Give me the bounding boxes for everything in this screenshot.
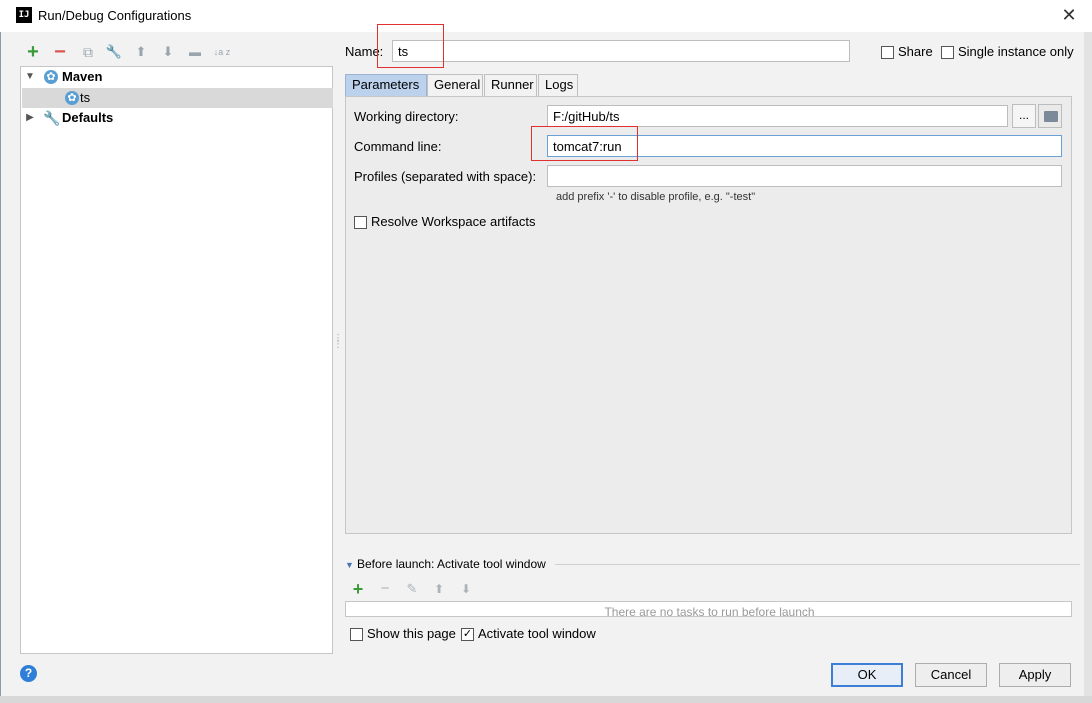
tab-runner[interactable]: Runner xyxy=(484,74,537,96)
close-icon[interactable]: ✕ xyxy=(1058,4,1080,26)
tree-item-label: ts xyxy=(80,90,91,105)
command-line-label: Command line: xyxy=(354,139,442,154)
section-divider xyxy=(555,564,1080,565)
show-page-checkbox[interactable] xyxy=(350,628,363,641)
maven-gear-icon: ✿ xyxy=(44,70,58,84)
help-icon[interactable]: ? xyxy=(20,665,37,682)
wrench-icon: 🔧 xyxy=(43,110,61,126)
cancel-button[interactable]: Cancel xyxy=(915,663,987,687)
chevron-right-icon[interactable]: ▶ xyxy=(24,108,36,128)
background-edge-bottom xyxy=(0,696,1092,703)
move-task-up-icon[interactable]: ⬆ xyxy=(430,580,448,598)
single-instance-label: Single instance only xyxy=(958,44,1074,59)
chevron-down-icon[interactable]: ▼ xyxy=(24,67,36,87)
resolve-workspace-label: Resolve Workspace artifacts xyxy=(371,214,536,229)
parameters-panel xyxy=(345,96,1072,534)
add-task-icon[interactable]: + xyxy=(349,580,367,598)
window-title: Run/Debug Configurations xyxy=(38,8,192,23)
ok-button[interactable]: OK xyxy=(831,663,903,687)
tree-item-label: Maven xyxy=(62,69,103,84)
move-up-icon[interactable]: ⬆ xyxy=(131,42,151,62)
configuration-tree[interactable]: ▼ ✿ Maven ✿ ts ▶ 🔧 Defaults xyxy=(20,66,333,654)
edit-task-icon[interactable]: ✎ xyxy=(403,580,421,598)
activate-tool-window-checkbox[interactable]: ✓ xyxy=(461,628,474,641)
annotation-box-name xyxy=(377,24,444,68)
browse-button[interactable]: ... xyxy=(1012,104,1036,128)
folder-icon xyxy=(1044,111,1058,122)
tree-item-defaults[interactable]: ▶ 🔧 Defaults xyxy=(22,108,333,128)
before-launch-task-list[interactable]: There are no tasks to run before launch xyxy=(345,601,1072,617)
add-configuration-icon[interactable]: + xyxy=(23,42,43,62)
remove-task-icon[interactable]: − xyxy=(376,580,394,598)
tree-item-ts[interactable]: ✿ ts xyxy=(22,88,333,108)
tree-item-maven[interactable]: ▼ ✿ Maven xyxy=(22,67,333,87)
tree-item-label: Defaults xyxy=(62,110,114,125)
annotation-box-command xyxy=(531,126,638,161)
resolve-workspace-checkbox[interactable] xyxy=(354,216,367,229)
working-directory-input[interactable] xyxy=(547,105,1008,127)
copy-configuration-icon[interactable]: ⧉ xyxy=(78,42,98,62)
before-launch-header[interactable]: Before launch: Activate tool window xyxy=(357,557,546,571)
tab-logs[interactable]: Logs xyxy=(538,74,578,96)
share-label: Share xyxy=(898,44,933,59)
profiles-hint: add prefix '-' to disable profile, e.g. … xyxy=(556,191,756,203)
collapse-triangle-icon[interactable]: ▼ xyxy=(345,560,354,570)
single-instance-checkbox[interactable] xyxy=(941,46,954,59)
move-down-icon[interactable]: ⬇ xyxy=(158,42,178,62)
remove-configuration-icon[interactable]: − xyxy=(50,42,70,62)
name-input[interactable] xyxy=(392,40,850,62)
profiles-input[interactable] xyxy=(547,165,1062,187)
intellij-app-icon: IJ xyxy=(16,7,32,23)
folder-icon[interactable]: ▬ xyxy=(185,42,205,62)
profiles-label: Profiles (separated with space): xyxy=(354,169,537,184)
background-edge xyxy=(1084,32,1092,703)
empty-tasks-message: There are no tasks to run before launch xyxy=(604,605,815,617)
edit-defaults-icon[interactable]: 🔧 xyxy=(104,42,124,62)
move-task-down-icon[interactable]: ⬇ xyxy=(457,580,475,598)
sort-alphabetically-icon[interactable]: ↓a z xyxy=(212,42,232,62)
maven-gear-icon: ✿ xyxy=(65,91,79,105)
activate-tool-window-label: Activate tool window xyxy=(478,626,596,641)
module-folder-button[interactable] xyxy=(1038,104,1062,128)
apply-button[interactable]: Apply xyxy=(999,663,1071,687)
share-checkbox[interactable] xyxy=(881,46,894,59)
tab-parameters[interactable]: Parameters xyxy=(345,74,427,96)
tab-general[interactable]: General xyxy=(427,74,483,96)
splitter-handle[interactable]: ⋮ ⋮ xyxy=(333,334,343,356)
working-directory-label: Working directory: xyxy=(354,109,459,124)
show-page-label: Show this page xyxy=(367,626,456,641)
